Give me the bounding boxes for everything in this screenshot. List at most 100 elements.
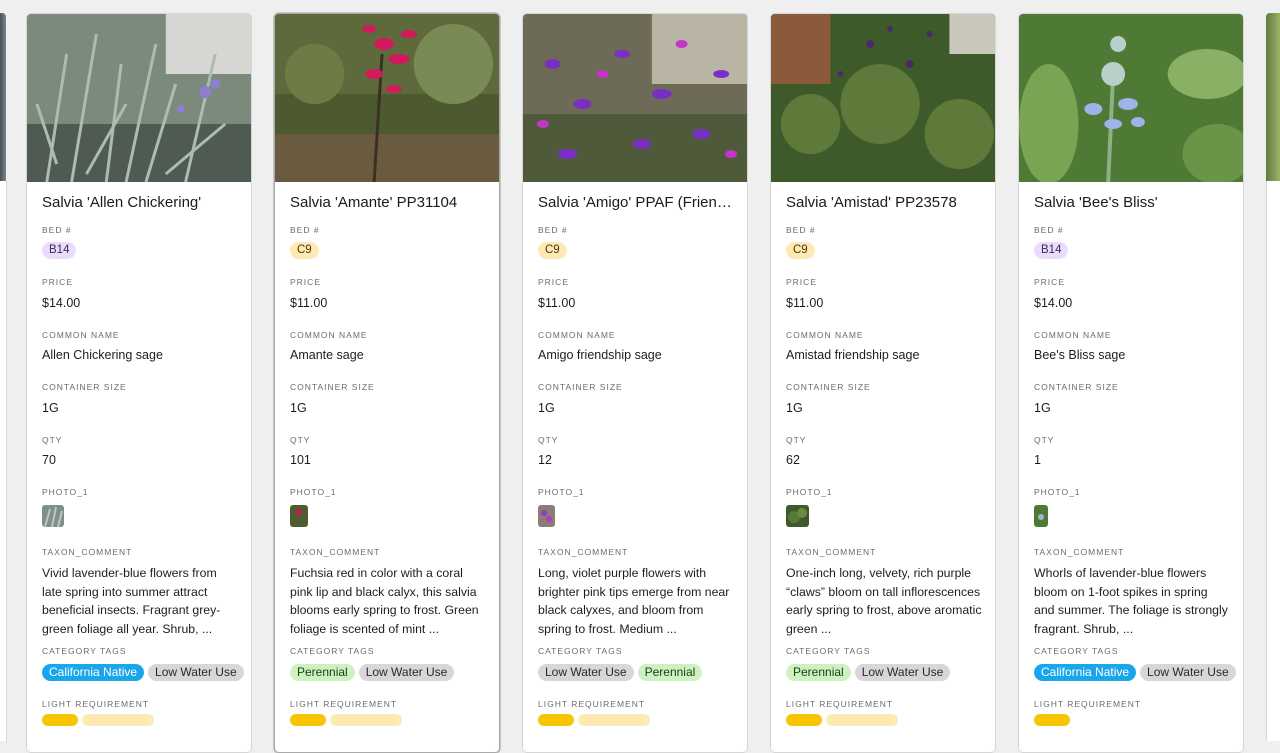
price-value: $14.00 (42, 296, 81, 310)
photo-thumbnail[interactable] (538, 505, 555, 527)
light-requirement-badges (42, 714, 154, 726)
bed-badge: B14 (1034, 242, 1069, 259)
common-name-label: COMMON NAME (786, 330, 864, 340)
tag-low-water-use: Low Water Use (358, 664, 455, 681)
light-requirement-label: LIGHT REQUIREMENT (1034, 699, 1142, 709)
light-requirement-label: LIGHT REQUIREMENT (42, 699, 150, 709)
bed-label: BED # (1034, 225, 1064, 235)
common-name-label: COMMON NAME (290, 330, 368, 340)
price-label: PRICE (1034, 277, 1065, 287)
light-requirement-label: LIGHT REQUIREMENT (290, 699, 398, 709)
container-size-label: CONTAINER SIZE (290, 382, 375, 392)
photo-label: PHOTO_1 (1034, 487, 1081, 497)
price-value: $11.00 (538, 296, 576, 310)
photo-thumbnail[interactable] (290, 505, 308, 527)
qty-label: QTY (1034, 435, 1055, 445)
price-label: PRICE (786, 277, 817, 287)
tag-low-water-use: Low Water Use (1140, 664, 1236, 681)
taxon-comment: Fuchsia red in color with a coral pink l… (290, 566, 479, 636)
prev-card-body-edge (0, 181, 7, 741)
container-size-label: CONTAINER SIZE (42, 382, 127, 392)
common-name-label: COMMON NAME (42, 330, 120, 340)
common-name-value: Allen Chickering sage (42, 348, 163, 362)
common-name-label: COMMON NAME (538, 330, 616, 340)
plant-photo[interactable] (771, 14, 995, 182)
category-tags: California Native Low Water Use (1034, 664, 1243, 681)
tag-low-water-use: Low Water Use (538, 664, 634, 681)
container-size-label: CONTAINER SIZE (1034, 382, 1119, 392)
category-tags: California Native Low Water Use (42, 664, 251, 681)
tag-perennial: Perennial (290, 664, 355, 681)
tag-california-native: California Native (42, 664, 145, 681)
qty-value: 1 (1034, 453, 1041, 467)
plant-title: Salvia 'Amistad' PP23578 (786, 194, 957, 211)
light-requirement-badges (1034, 714, 1070, 726)
qty-value: 62 (786, 453, 800, 467)
bed-badge: C9 (290, 242, 319, 259)
plant-title: Salvia 'Bee's Bliss' (1034, 194, 1158, 211)
photo-label: PHOTO_1 (786, 487, 833, 497)
plant-card[interactable]: Salvia 'Amante' PP31104 BED # C9 PRICE $… (274, 13, 500, 753)
price-value: $14.00 (1034, 296, 1073, 310)
taxon-comment-label: TAXON_COMMENT (42, 547, 133, 557)
container-size-value: 1G (786, 401, 803, 415)
category-tags: Perennial Low Water Use (786, 664, 995, 681)
price-label: PRICE (290, 277, 321, 287)
plant-card[interactable]: Salvia 'Amistad' PP23578 BED # C9 PRICE … (770, 13, 996, 753)
plant-title: Salvia 'Allen Chickering' (42, 194, 202, 211)
price-label: PRICE (538, 277, 569, 287)
category-tags-label: CATEGORY TAGS (1034, 646, 1119, 656)
category-tags: Low Water Use Perennial (538, 664, 747, 681)
photo-thumbnail[interactable] (42, 505, 64, 527)
taxon-comment-label: TAXON_COMMENT (786, 547, 877, 557)
plant-card[interactable]: Salvia 'Bee's Bliss' BED # B14 PRICE $14… (1018, 13, 1244, 753)
plant-title: Salvia 'Amante' PP31104 (290, 194, 458, 211)
qty-value: 12 (538, 453, 552, 467)
qty-value: 70 (42, 453, 56, 467)
prev-card-edge[interactable] (0, 13, 6, 181)
bed-label: BED # (538, 225, 568, 235)
photo-thumbnail[interactable] (786, 505, 809, 527)
photo-thumbnail[interactable] (1034, 505, 1048, 527)
container-size-label: CONTAINER SIZE (538, 382, 623, 392)
tag-perennial: Perennial (786, 664, 851, 681)
light-requirement-badges (538, 714, 650, 726)
bed-label: BED # (42, 225, 72, 235)
plant-card[interactable]: Salvia 'Amigo' PPAF (Friendship Sage) BE… (522, 13, 748, 753)
next-card-body-edge (1266, 181, 1280, 741)
common-name-value: Amante sage (290, 348, 364, 362)
category-tags-label: CATEGORY TAGS (42, 646, 127, 656)
qty-label: QTY (786, 435, 807, 445)
plant-photo[interactable] (27, 14, 251, 182)
tag-low-water-use: Low Water Use (148, 664, 244, 681)
common-name-value: Bee's Bliss sage (1034, 348, 1126, 362)
category-tags-label: CATEGORY TAGS (786, 646, 871, 656)
qty-value: 101 (290, 453, 311, 467)
light-requirement-badges (786, 714, 898, 726)
plant-photo[interactable] (523, 14, 747, 182)
taxon-comment: One-inch long, velvety, rich purple “cla… (786, 566, 982, 636)
container-size-value: 1G (290, 401, 307, 415)
plant-card[interactable]: Salvia 'Allen Chickering' BED # B14 PRIC… (26, 13, 252, 753)
taxon-comment-label: TAXON_COMMENT (290, 547, 381, 557)
container-size-value: 1G (1034, 401, 1051, 415)
common-name-value: Amigo friendship sage (538, 348, 662, 362)
next-card-edge[interactable] (1266, 13, 1280, 181)
qty-label: QTY (42, 435, 63, 445)
taxon-comment-label: TAXON_COMMENT (538, 547, 629, 557)
bed-label: BED # (290, 225, 320, 235)
container-size-label: CONTAINER SIZE (786, 382, 871, 392)
taxon-comment: Vivid lavender-blue flowers from late sp… (42, 566, 221, 636)
qty-label: QTY (538, 435, 559, 445)
plant-photo[interactable] (275, 14, 499, 182)
taxon-comment: Whorls of lavender-blue flowers bloom on… (1034, 566, 1228, 636)
container-size-value: 1G (538, 401, 555, 415)
taxon-comment: Long, violet purple flowers with brighte… (538, 566, 730, 636)
plant-photo[interactable] (1019, 14, 1243, 182)
tag-california-native: California Native (1034, 664, 1137, 681)
bed-label: BED # (786, 225, 816, 235)
container-size-value: 1G (42, 401, 59, 415)
bed-badge: B14 (42, 242, 77, 259)
light-requirement-label: LIGHT REQUIREMENT (786, 699, 894, 709)
photo-label: PHOTO_1 (290, 487, 337, 497)
